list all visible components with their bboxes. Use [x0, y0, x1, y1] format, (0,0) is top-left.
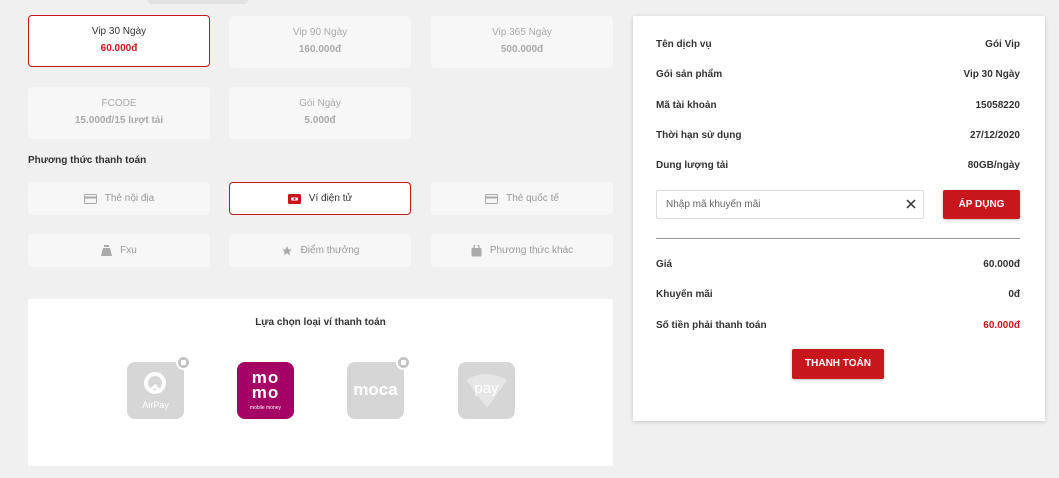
package-vip-30[interactable]: Vip 30 Ngày 60.000đ — [28, 15, 210, 67]
divider — [656, 238, 1020, 239]
star-icon — [281, 245, 293, 257]
package-name: Vip 30 Ngày — [91, 26, 147, 37]
package-price: 500.000đ — [500, 44, 544, 55]
package-vip-90[interactable]: Vip 90 Ngày 160.000đ — [229, 16, 411, 68]
method-label: Fxu — [120, 245, 137, 256]
summary-row-price: Giá 60.000đ — [656, 259, 1020, 270]
account-label: Mã tài khoản — [656, 100, 717, 111]
pay-button[interactable]: THANH TOÁN — [792, 349, 884, 379]
method-fxu[interactable]: Fxu — [28, 234, 210, 267]
summary-row-expiry: Thời hạn sử dụng 27/12/2020 — [656, 130, 1020, 141]
summary-row-total: Số tiền phải thanh toán 60.000đ — [656, 320, 1020, 331]
summary-row-quota: Dung lượng tải 80GB/ngày — [656, 160, 1020, 171]
package-fcode[interactable]: FCODE 15.000đ/15 lượt tải — [28, 87, 210, 139]
method-reward-points[interactable]: Điểm thưởng — [229, 234, 411, 267]
package-name: Vip 365 Ngày — [492, 27, 552, 38]
airpay-logo-icon — [144, 372, 166, 394]
wallet-name: pay — [474, 380, 499, 397]
package-name: FCODE — [101, 98, 137, 109]
package-price: 15.000đ/15 lượt tải — [74, 115, 164, 126]
method-other[interactable]: Phương thức khác — [431, 234, 613, 267]
package-vip-365[interactable]: Vip 365 Ngày 500.000đ — [431, 16, 613, 68]
wallet-pay[interactable]: pay — [458, 362, 515, 419]
promo-code-field — [656, 190, 924, 219]
package-name: Vip 90 Ngày — [292, 27, 348, 38]
bag-icon — [471, 244, 482, 257]
summary-row-discount: Khuyến mãi 0đ — [656, 289, 1020, 300]
total-value: 60.000đ — [983, 320, 1020, 331]
order-summary: Tên dịch vụ Gói Vip Gói sản phẩm Vip 30 … — [633, 16, 1045, 421]
package-price: 60.000đ — [100, 43, 138, 54]
card-icon — [485, 193, 499, 204]
product-label: Gói sản phẩm — [656, 69, 723, 80]
total-label: Số tiền phải thanh toán — [656, 320, 767, 331]
method-label: Điểm thưởng — [300, 245, 360, 256]
product-value: Vip 30 Ngày — [963, 69, 1020, 80]
wallet-name: momo — [251, 368, 280, 402]
package-name: Gói Ngày — [299, 98, 341, 109]
money-bag-icon — [101, 244, 113, 257]
package-price: 160.000đ — [298, 44, 342, 55]
wallet-moca[interactable]: moca — [347, 355, 411, 419]
method-label: Ví điện tử — [308, 193, 353, 204]
price-label: Giá — [656, 259, 673, 270]
method-e-wallet[interactable]: Ví điện tử — [229, 182, 411, 215]
method-international-card[interactable]: Thẻ quốc tế — [431, 182, 613, 215]
wallet-icon — [287, 193, 301, 204]
wallet-airpay[interactable]: AirPay — [127, 355, 191, 419]
service-value: Gói Vip — [985, 39, 1020, 50]
promo-code-input[interactable] — [657, 191, 887, 218]
card-icon — [83, 193, 97, 204]
method-label: Phương thức khác — [489, 245, 574, 256]
method-label: Thẻ nội địa — [104, 193, 155, 204]
summary-row-service: Tên dịch vụ Gói Vip — [656, 39, 1020, 50]
lock-icon — [396, 355, 411, 370]
close-icon[interactable] — [905, 198, 917, 210]
price-value: 60.000đ — [983, 259, 1020, 270]
wallet-name: AirPay — [142, 400, 169, 410]
scroll-shadow — [148, 0, 248, 4]
wallet-selection-panel: Lựa chọn loại ví thanh toán AirPay momo … — [28, 299, 613, 466]
expiry-label: Thời hạn sử dụng — [656, 130, 742, 141]
wallet-subtitle: mobile money — [249, 405, 282, 411]
wallet-selection-title: Lựa chọn loại ví thanh toán — [255, 317, 386, 328]
apply-promo-button[interactable]: ÁP DỤNG — [943, 190, 1020, 219]
account-value: 15058220 — [975, 100, 1021, 111]
wallet-momo[interactable]: momo mobile money — [237, 362, 294, 419]
wallet-name: moca — [353, 380, 398, 399]
method-domestic-card[interactable]: Thẻ nội địa — [28, 182, 210, 215]
payment-method-title: Phương thức thanh toán — [28, 155, 147, 166]
expiry-value: 27/12/2020 — [969, 130, 1020, 141]
lock-icon — [176, 355, 191, 370]
summary-row-product: Gói sản phẩm Vip 30 Ngày — [656, 69, 1020, 80]
service-label: Tên dịch vụ — [656, 39, 712, 50]
quota-label: Dung lượng tải — [656, 160, 729, 171]
package-price: 5.000đ — [304, 115, 336, 126]
method-label: Thẻ quốc tế — [506, 193, 559, 204]
discount-label: Khuyến mãi — [656, 289, 713, 300]
quota-value: 80GB/ngày — [967, 160, 1020, 171]
discount-value: 0đ — [1008, 289, 1020, 300]
package-daily[interactable]: Gói Ngày 5.000đ — [229, 87, 411, 139]
summary-row-account: Mã tài khoản 15058220 — [656, 100, 1020, 111]
